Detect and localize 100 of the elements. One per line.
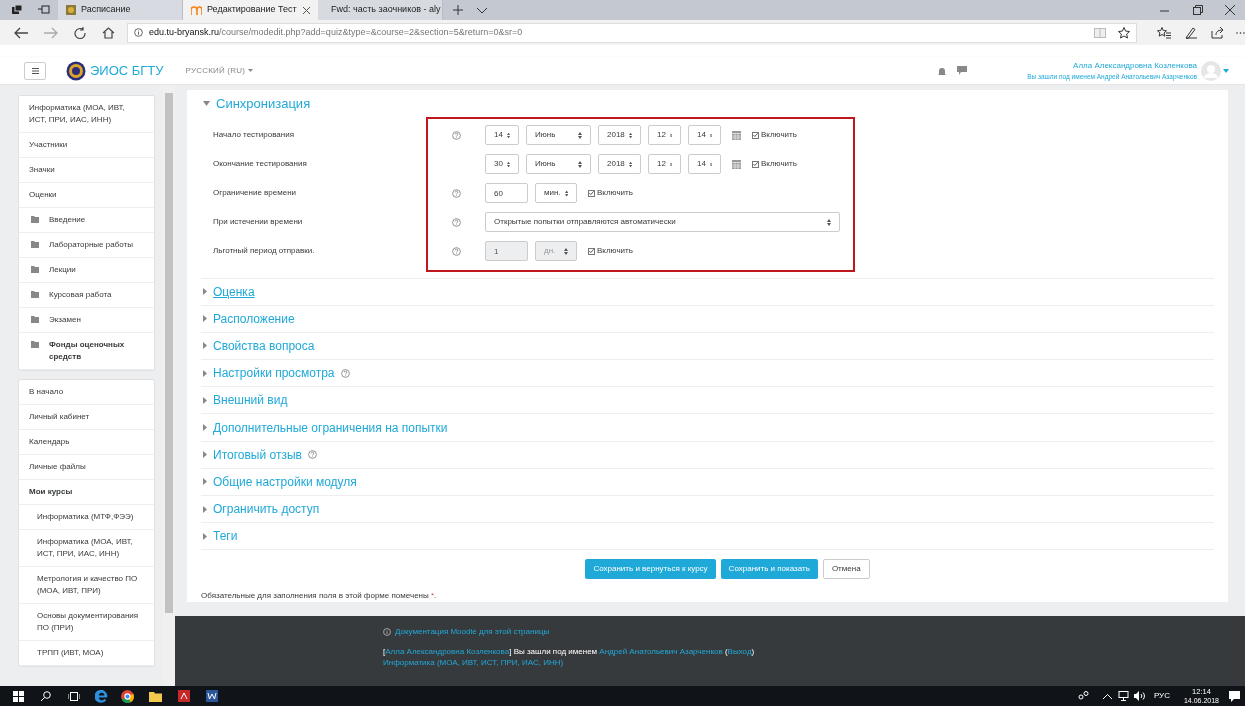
hour-select[interactable]: 12 — [648, 125, 681, 145]
expand-caret-icon[interactable] — [203, 396, 207, 404]
browser-tab[interactable]: Расписание — [58, 0, 183, 20]
folder-nav-item[interactable]: Курсовая работа — [19, 283, 154, 308]
folder-nav-item[interactable]: Лабораторные работы — [19, 233, 154, 258]
bell-icon[interactable] — [937, 65, 948, 76]
language-menu[interactable]: РУССКИЙ (RU) — [185, 64, 254, 77]
expand-caret-icon[interactable] — [203, 288, 207, 296]
chrome-icon[interactable] — [121, 689, 134, 703]
home-icon[interactable] — [102, 26, 115, 39]
year-select[interactable]: 2018 — [598, 125, 641, 145]
chevron-up-icon[interactable] — [1102, 693, 1112, 699]
help-icon[interactable] — [307, 450, 317, 460]
site-nav-item[interactable]: Личный кабинет — [19, 405, 154, 430]
tabs-aside-icon[interactable] — [38, 5, 50, 15]
star-icon[interactable] — [1118, 26, 1130, 39]
folder-nav-item[interactable]: Лекции — [19, 258, 154, 283]
edge-browser-icon[interactable] — [95, 689, 108, 703]
month-select[interactable]: Июнь — [526, 125, 591, 145]
speaker-icon[interactable] — [1133, 691, 1145, 701]
course-link-item[interactable]: Информатика (МОА, ИВТ, ИСТ, ПРИ, ИАС, ИНН) — [19, 530, 154, 567]
hour-select[interactable]: 12 — [648, 154, 681, 174]
day-select[interactable]: 14 — [485, 125, 519, 145]
close-button[interactable] — [1225, 5, 1235, 15]
checkbox[interactable] — [588, 189, 595, 197]
expand-caret-icon[interactable] — [203, 478, 207, 486]
search-icon[interactable] — [41, 691, 51, 701]
address-field[interactable]: edu.tu-bryansk.ru/course/modedit.php?add=quiz&type=&course=2&section=5&return=0&sr=0 — [127, 22, 1137, 43]
back-icon[interactable] — [14, 26, 28, 39]
help-icon[interactable] — [452, 130, 461, 140]
restore-button[interactable] — [1193, 5, 1203, 15]
new-tab-button[interactable] — [453, 5, 463, 15]
folder-nav-item[interactable]: Фонды оценочных средств — [19, 333, 154, 370]
scrollbar[interactable] — [163, 85, 175, 686]
month-select[interactable]: Июнь — [526, 154, 591, 174]
site-nav-item[interactable]: Календарь — [19, 430, 154, 455]
university-logo-icon[interactable] — [66, 60, 86, 81]
cancel-button[interactable]: Отмена — [822, 559, 870, 580]
course-link-item[interactable]: Метрология и качество ПО (МОА, ИВТ, ПРИ) — [19, 567, 154, 604]
caret-icon[interactable] — [1223, 68, 1229, 73]
expand-caret-icon[interactable] — [203, 505, 207, 513]
favorites-icon[interactable] — [1157, 26, 1171, 39]
day-select[interactable]: 30 — [485, 154, 519, 174]
task-view-icon[interactable] — [68, 691, 80, 701]
site-nav-item[interactable]: Личные файлы — [19, 455, 154, 480]
menu-button[interactable] — [24, 61, 46, 80]
course-link-item[interactable]: Информатика (МТФ,ФЭЭ) — [19, 505, 154, 530]
help-icon[interactable] — [340, 368, 350, 378]
year-select[interactable]: 2018 — [598, 154, 641, 174]
input-language-indicator[interactable]: РУС — [1153, 690, 1170, 702]
folder-nav-item[interactable]: Экзамен — [19, 308, 154, 333]
behaviour-select[interactable]: Открытые попытки отправляются автоматически — [485, 212, 840, 232]
word-icon[interactable] — [206, 690, 218, 702]
help-icon[interactable] — [452, 188, 461, 198]
browser-tab[interactable]: Fwd: часть заочников - aly — [318, 0, 443, 20]
notifications-icon[interactable] — [1229, 690, 1240, 702]
expand-caret-icon[interactable] — [203, 532, 207, 540]
minute-select[interactable]: 14 — [688, 125, 721, 145]
documentation-link[interactable]: Документация Moodle для этой страницы — [395, 626, 550, 638]
close-tab-icon[interactable] — [303, 6, 310, 14]
browser-tab[interactable]: Редактирование Тест — [183, 0, 318, 20]
chat-icon[interactable] — [957, 66, 968, 75]
unit-select[interactable]: мин. — [535, 183, 577, 203]
expand-caret-icon[interactable] — [203, 451, 207, 459]
more-icon[interactable] — [1236, 31, 1245, 34]
caret-icon[interactable] — [248, 69, 254, 72]
people-icon[interactable] — [1077, 691, 1089, 701]
course-nav-item[interactable]: Оценки — [19, 183, 154, 208]
expand-caret-icon[interactable] — [203, 315, 207, 323]
site-nav-item[interactable]: В начало — [19, 380, 154, 405]
share-icon[interactable] — [1211, 26, 1224, 39]
section-caret-icon[interactable] — [203, 101, 210, 107]
course-nav-item[interactable]: Информатика (МОА, ИВТ, ИСТ, ПРИ, ИАС, ИНН) — [19, 96, 154, 133]
checkbox[interactable] — [752, 160, 759, 168]
calendar-icon[interactable] — [732, 130, 741, 140]
calendar-icon[interactable] — [732, 159, 741, 169]
windows-start-icon[interactable] — [13, 690, 24, 702]
chevron-down-icon[interactable] — [477, 8, 487, 14]
course-nav-item[interactable]: Участники — [19, 133, 154, 158]
footer-link[interactable]: Андрей Анатольевич Азарченков — [599, 647, 723, 657]
course-nav-item[interactable]: Значки — [19, 158, 154, 183]
field-label: Ограничение времени — [213, 187, 297, 199]
checkbox[interactable] — [752, 131, 759, 139]
minute-select[interactable]: 14 — [688, 154, 721, 174]
number-input[interactable]: 60 — [485, 183, 528, 203]
tab-actions-icon[interactable] — [12, 5, 24, 15]
pdf-icon[interactable] — [178, 690, 190, 702]
site-nav-item[interactable]: Мои курсы — [19, 480, 154, 505]
help-icon[interactable] — [452, 217, 461, 227]
course-link[interactable]: Информатика (МОА, ИВТ, ИСТ, ПРИ, ИАС, ИНН) — [383, 657, 1245, 669]
folder-nav-item[interactable]: Введение — [19, 208, 154, 233]
pen-icon[interactable] — [1185, 26, 1197, 39]
expand-caret-icon[interactable] — [203, 342, 207, 350]
refresh-icon[interactable] — [74, 26, 86, 39]
folder-icon[interactable] — [149, 690, 162, 702]
course-link-item[interactable]: Основы документирования ПО (ПРИ) — [19, 604, 154, 641]
expand-caret-icon[interactable] — [203, 369, 207, 377]
course-link-item[interactable]: ТРПП (ИВТ, МОА) — [19, 641, 154, 666]
expand-caret-icon[interactable] — [203, 424, 207, 432]
network-icon[interactable] — [1117, 691, 1129, 701]
